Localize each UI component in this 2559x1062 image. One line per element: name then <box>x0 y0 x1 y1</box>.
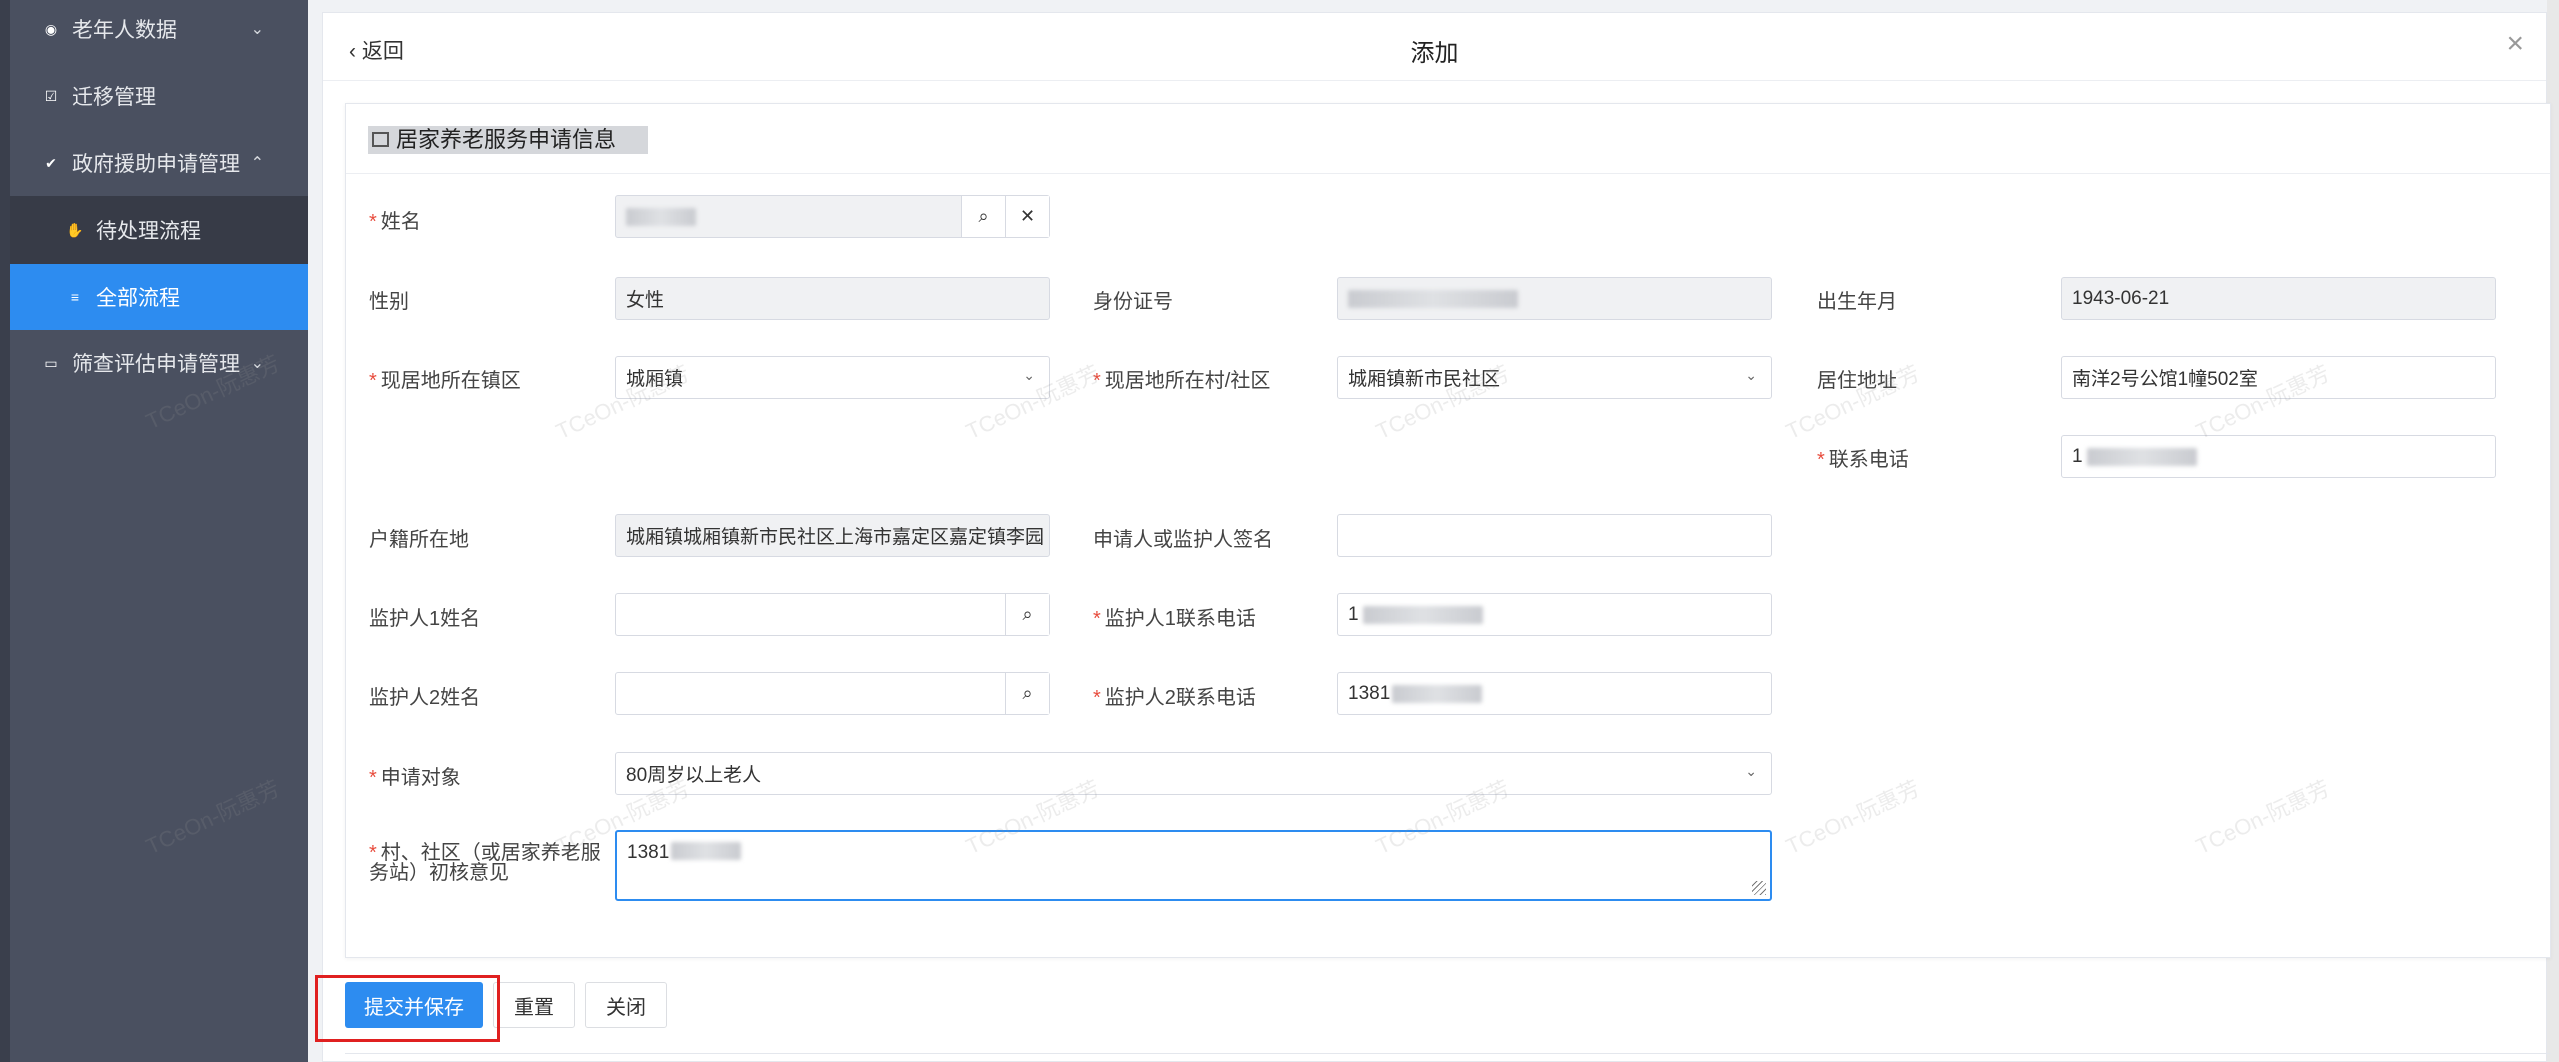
sidebar: ◉ 老年人数据 ⌄ ☑ 迁移管理 ✔ 政府援助申请管理 ⌃ ✋ 待处理流程 ≡ … <box>0 0 308 1062</box>
sidebar-item-gov-aid[interactable]: ✔ 政府援助申请管理 ⌃ <box>10 130 308 196</box>
search-icon[interactable]: ⌕ <box>961 196 1005 237</box>
phone-redacted <box>1362 605 1483 624</box>
migrate-icon: ☑ <box>44 87 58 104</box>
name-value-redacted <box>626 207 696 226</box>
elderly-icon: ◉ <box>44 20 58 37</box>
gender-field: 女性 <box>615 277 1050 320</box>
name-field[interactable]: ⌕ ✕ <box>615 195 1050 238</box>
sidebar-item-pending[interactable]: ✋ 待处理流程 <box>10 197 308 263</box>
highlight-box <box>315 975 500 1042</box>
household-label: 户籍所在地 <box>369 529 469 551</box>
chevron-up-icon: ⌃ <box>250 155 264 172</box>
card-header: 居家养老服务申请信息 <box>346 104 2550 174</box>
signature-input[interactable] <box>1337 514 1772 557</box>
sidebar-item-screening[interactable]: ▭ 筛查评估申请管理 ⌄ <box>10 330 308 396</box>
chevron-down-icon: ⌄ <box>1745 367 1757 383</box>
guardian2-name-label: 监护人2姓名 <box>369 687 481 709</box>
card-icon: ▭ <box>44 354 58 371</box>
sidebar-item-label: 政府援助申请管理 <box>72 153 240 176</box>
signature-label: 申请人或监护人签名 <box>1093 529 1273 551</box>
filter-icon: ≡ <box>70 289 80 305</box>
address-label: 居住地址 <box>1817 370 1897 392</box>
community-select[interactable]: 城厢镇新市民社区 ⌄ <box>1337 356 1772 399</box>
id-number-field <box>1337 277 1772 320</box>
birth-field: 1943-06-21 <box>2061 277 2496 320</box>
town-select[interactable]: 城厢镇 ⌄ <box>615 356 1050 399</box>
household-field: 城厢镇城厢镇新市民社区上海市嘉定区嘉定镇李园 <box>615 514 1050 557</box>
sidebar-item-elderly-data[interactable]: ◉ 老年人数据 ⌄ <box>10 0 308 62</box>
section-title-text: 居家养老服务申请信息 <box>396 127 617 152</box>
target-label: * 申请对象 <box>369 767 461 789</box>
birth-label: 出生年月 <box>1817 291 1897 313</box>
town-label: * 现居地所在镇区 <box>369 370 521 392</box>
guardian2-name-input[interactable]: ⌕ <box>615 672 1050 715</box>
guardian1-phone-label: * 监护人1联系电话 <box>1093 608 1256 630</box>
phone-redacted <box>2086 447 2197 466</box>
dialog-header: ‹ 返回 添加 × <box>323 13 2546 81</box>
add-dialog: ‹ 返回 添加 × 居家养老服务申请信息 * 姓名 ⌕ ✕ 性别 女性 身份证号 … <box>322 12 2551 1062</box>
opinion-label: * 村、社区（或居家养老服务站）初核意见 <box>369 842 601 884</box>
opinion-textarea[interactable]: 1381 <box>615 830 1772 901</box>
opinion-redacted <box>671 842 742 860</box>
chevron-down-icon: ⌄ <box>1023 367 1035 383</box>
guardian1-phone-input[interactable]: 1 <box>1337 593 1772 636</box>
sidebar-item-label: 老年人数据 <box>72 19 177 42</box>
page-title: 添加 <box>1410 40 1459 67</box>
sidebar-item-label: 待处理流程 <box>96 220 201 243</box>
address-input[interactable]: 南洋2号公馆1幢502室 <box>2061 356 2496 399</box>
reset-button[interactable]: 重置 <box>493 982 575 1028</box>
sidebar-item-migration[interactable]: ☑ 迁移管理 <box>10 63 308 129</box>
guardian1-name-input[interactable]: ⌕ <box>615 593 1050 636</box>
chevron-down-icon: ⌄ <box>250 355 264 372</box>
target-select[interactable]: 80周岁以上老人 ⌄ <box>615 752 1772 795</box>
community-label: * 现居地所在村/社区 <box>1093 370 1271 392</box>
hand-icon: ✋ <box>66 221 84 238</box>
search-icon[interactable]: ⌕ <box>1005 673 1049 714</box>
search-icon[interactable]: ⌕ <box>1005 594 1049 635</box>
phone-input[interactable]: 1 <box>2061 435 2496 478</box>
phone-redacted <box>1392 684 1483 703</box>
close-button[interactable]: 关闭 <box>585 982 667 1028</box>
gender-label: 性别 <box>369 291 409 313</box>
sidebar-item-all-flows[interactable]: ≡ 全部流程 <box>10 264 308 330</box>
sidebar-item-label: 筛查评估申请管理 <box>72 353 240 376</box>
chevron-down-icon: ⌄ <box>250 21 264 38</box>
sidebar-edge <box>0 0 10 1062</box>
divider <box>345 1053 2551 1054</box>
section-title: 居家养老服务申请信息 <box>368 126 649 154</box>
resize-handle-icon[interactable] <box>1752 881 1766 895</box>
name-label: * 姓名 <box>369 211 421 233</box>
guardian1-name-label: 监护人1姓名 <box>369 608 481 630</box>
section-icon <box>372 132 389 147</box>
id-number-label: 身份证号 <box>1093 291 1173 313</box>
guardian2-phone-input[interactable]: 1381 <box>1337 672 1772 715</box>
chevron-down-icon: ⌄ <box>1745 763 1757 779</box>
sidebar-item-label: 全部流程 <box>96 287 180 310</box>
sidebar-item-label: 迁移管理 <box>72 86 156 109</box>
close-icon[interactable]: × <box>2506 29 2524 59</box>
clear-icon[interactable]: ✕ <box>1005 196 1049 237</box>
id-number-redacted <box>1348 289 1518 308</box>
phone-label: * 联系电话 <box>1817 449 1909 471</box>
guardian2-phone-label: * 监护人2联系电话 <box>1093 687 1256 709</box>
check-circle-icon: ✔ <box>45 154 57 171</box>
